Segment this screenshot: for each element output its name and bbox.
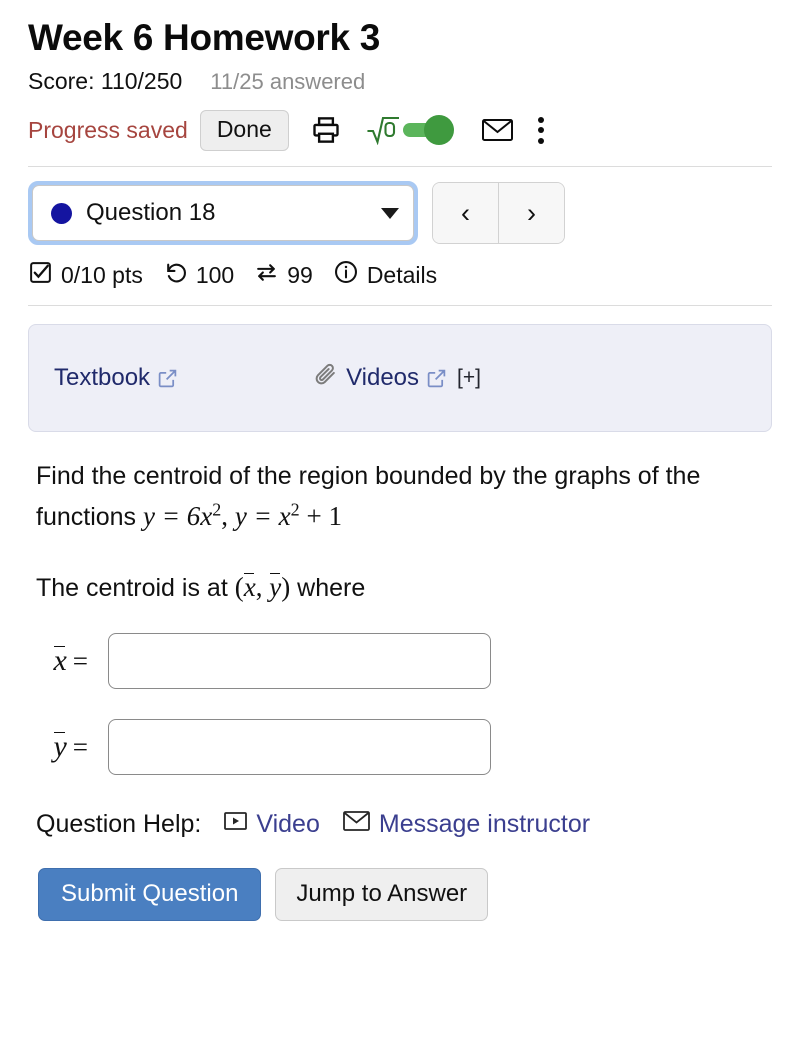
- square-root-icon[interactable]: [367, 115, 399, 146]
- function-2-tail: + 1: [306, 500, 343, 531]
- done-button[interactable]: Done: [199, 110, 289, 151]
- message-instructor-link[interactable]: Message instructor: [342, 809, 590, 840]
- question-select-label: Question 18: [86, 199, 216, 227]
- centroid-variables: (x, y): [234, 572, 291, 603]
- centroid-suffix: where: [297, 574, 366, 603]
- function-1-exponent: 2: [212, 499, 222, 520]
- details-label: Details: [366, 261, 438, 288]
- function-1-base: y = 6x: [143, 500, 213, 531]
- action-buttons: Submit Question Jump to Answer: [38, 868, 772, 921]
- help-video-label: Video: [256, 810, 320, 839]
- info-circle-icon: [333, 259, 359, 291]
- y-bar-label: y =: [36, 730, 98, 764]
- versions-stat: 99: [254, 260, 313, 291]
- centroid-statement: The centroid is at (x, y) where: [36, 572, 772, 603]
- answer-row-x: x =: [36, 633, 772, 690]
- question-help-label: Question Help:: [36, 810, 202, 839]
- textbook-label: Textbook: [54, 364, 151, 392]
- centroid-prefix: The centroid is at: [36, 574, 228, 603]
- expand-resources-toggle[interactable]: [+]: [457, 366, 481, 390]
- points-value: 0/10 pts: [61, 261, 143, 288]
- help-video-link[interactable]: Video: [223, 810, 320, 839]
- x-bar-symbol: x: [53, 644, 67, 678]
- more-options-icon[interactable]: [537, 116, 544, 144]
- equals-sign: =: [72, 645, 88, 676]
- divider-top: [28, 166, 772, 168]
- question-status-dot: [51, 202, 72, 224]
- paperclip-icon: [313, 362, 338, 394]
- points-stat: 0/10 pts: [28, 260, 143, 291]
- answer-row-y: y =: [36, 719, 772, 776]
- function-2-exponent: 2: [290, 499, 300, 520]
- score-label: Score: 110/250: [28, 68, 183, 95]
- question-help-row: Question Help: Video Message instructor: [36, 809, 772, 840]
- videos-link[interactable]: Videos [+]: [313, 362, 481, 394]
- next-question-button[interactable]: ›: [498, 183, 564, 244]
- question-select-wrapper: Question 18: [28, 181, 418, 246]
- prev-question-button[interactable]: ‹: [433, 183, 498, 244]
- math-entry-toggle[interactable]: [401, 113, 459, 147]
- videos-label: Videos: [346, 364, 420, 392]
- equals-sign: =: [72, 731, 88, 762]
- divider-stats: [28, 305, 772, 307]
- external-link-icon: [157, 368, 178, 389]
- video-play-icon: [223, 810, 248, 839]
- chevron-down-icon: [381, 207, 399, 219]
- page-title: Week 6 Homework 3: [28, 17, 381, 58]
- submit-question-button[interactable]: Submit Question: [38, 868, 262, 921]
- header-toolbar: Progress saved Done: [28, 108, 772, 152]
- question-nav-row: Question 18 ‹ ›: [28, 181, 772, 246]
- question-nav-buttons: ‹ ›: [432, 182, 565, 245]
- printer-icon[interactable]: [311, 115, 341, 145]
- resources-panel: Textbook Videos [+]: [28, 324, 772, 433]
- question-select[interactable]: Question 18: [32, 185, 414, 242]
- question-stats: 0/10 pts 100 99 Details: [28, 259, 772, 291]
- jump-to-answer-button[interactable]: Jump to Answer: [275, 868, 489, 921]
- envelope-icon: [342, 809, 371, 840]
- message-instructor-label: Message instructor: [378, 810, 591, 839]
- y-bar-input[interactable]: [108, 719, 491, 776]
- progress-status: Progress saved: [28, 116, 188, 143]
- homework-page: Week 6 Homework 3 Score: 110/250 11/25 a…: [0, 16, 800, 921]
- question-prompt: Find the centroid of the region bounded …: [36, 458, 752, 536]
- textbook-link[interactable]: Textbook: [54, 364, 178, 392]
- undo-history-icon: [163, 260, 188, 291]
- swap-arrows-icon: [254, 260, 279, 291]
- function-2-base: y = x: [234, 500, 291, 531]
- answered-count: 11/25 answered: [210, 69, 366, 95]
- prompt-line-1: Find the centroid of the region bounded …: [36, 462, 659, 491]
- versions-value: 99: [287, 261, 313, 288]
- x-bar-label: x =: [36, 644, 98, 678]
- details-link[interactable]: Details: [333, 259, 437, 291]
- checkbox-checked-icon: [28, 260, 53, 291]
- envelope-icon[interactable]: [481, 116, 514, 144]
- attempts-value: 100: [195, 261, 235, 288]
- y-bar-symbol: y: [53, 730, 67, 764]
- external-link-icon: [426, 368, 447, 389]
- x-bar-input[interactable]: [108, 633, 491, 690]
- attempts-stat: 100: [163, 260, 234, 291]
- score-row: Score: 110/250 11/25 answered: [28, 68, 772, 95]
